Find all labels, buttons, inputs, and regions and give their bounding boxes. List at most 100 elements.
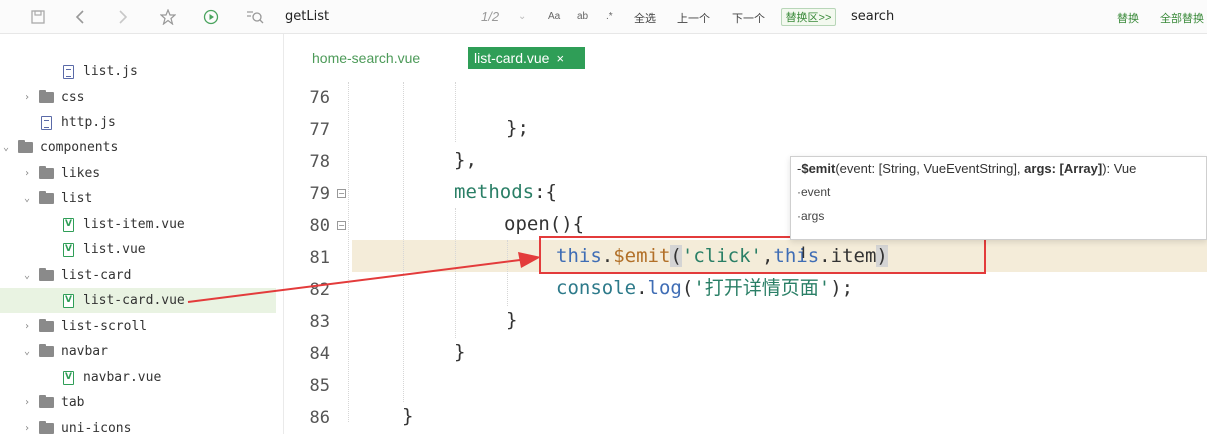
tree-item-navbar-vue[interactable]: navbar.vue bbox=[0, 365, 276, 390]
chevron-right-icon[interactable]: › bbox=[21, 397, 33, 408]
tab-label: home-search.vue bbox=[312, 50, 421, 66]
vue-file-icon bbox=[63, 370, 74, 385]
tab-list-card-vue[interactable]: list-card.vue × bbox=[468, 47, 585, 69]
signature-tooltip: -$emit(event: [String, VueEventString], … bbox=[790, 156, 1207, 240]
vue-file-icon bbox=[63, 293, 74, 308]
chevron-down-icon[interactable]: ⌄ bbox=[21, 193, 33, 204]
code-line-77: }; bbox=[506, 117, 529, 139]
tree-item-label: list-card bbox=[61, 268, 132, 283]
tree-item-tab[interactable]: › tab bbox=[0, 390, 276, 415]
vue-file-icon bbox=[63, 242, 74, 257]
tree-item-label: navbar bbox=[61, 344, 108, 359]
tree-item-css[interactable]: › css bbox=[0, 85, 276, 110]
star-icon[interactable] bbox=[159, 8, 177, 26]
fold-toggle-icon[interactable]: − bbox=[337, 221, 346, 230]
close-icon[interactable]: × bbox=[556, 51, 564, 66]
match-case-toggle[interactable]: Aa bbox=[548, 11, 560, 22]
regex-toggle[interactable]: .* bbox=[606, 11, 613, 22]
tooltip-param-event: ·event bbox=[797, 185, 831, 199]
line-number: 86 bbox=[309, 408, 330, 428]
line-number: 77 bbox=[309, 120, 330, 140]
tree-item-list[interactable]: ⌄ list bbox=[0, 186, 276, 211]
toolbar: getList 1/2 ⌄ Aa ab .* 全选 上一个 下一个 替换区>> … bbox=[0, 0, 1207, 34]
code-token: ); bbox=[830, 277, 854, 299]
tree-item-label: list-card.vue bbox=[83, 293, 185, 308]
tooltip-signature: -$emit(event: [String, VueEventString], … bbox=[797, 161, 1136, 176]
indent-guide bbox=[507, 240, 508, 306]
line-number: 82 bbox=[309, 280, 330, 300]
tree-item-navbar[interactable]: ⌄ navbar bbox=[0, 339, 276, 364]
folder-open-icon bbox=[39, 268, 54, 281]
code-line-84: } bbox=[454, 341, 466, 363]
tooltip-param-args: ·args bbox=[797, 209, 825, 223]
chevron-down-icon[interactable]: ⌄ bbox=[0, 142, 12, 153]
forward-arrow-icon[interactable] bbox=[114, 8, 132, 26]
tree-item-http-js[interactable]: http.js bbox=[0, 110, 276, 135]
next-match-button[interactable]: 下一个 bbox=[732, 10, 765, 26]
tree-item-label: components bbox=[40, 140, 119, 155]
line-number: 83 bbox=[309, 312, 330, 332]
chevron-right-icon[interactable]: › bbox=[21, 92, 33, 103]
tree-item-label: tab bbox=[61, 395, 85, 410]
code-line-78: }, bbox=[454, 149, 477, 171]
line-number: 79 bbox=[309, 184, 330, 204]
tree-item-list-vue[interactable]: list.vue bbox=[0, 237, 276, 262]
code-token: console bbox=[556, 277, 637, 299]
select-all-button[interactable]: 全选 bbox=[634, 10, 656, 26]
chevron-down-icon[interactable]: ⌄ bbox=[21, 270, 33, 281]
tooltip-args: args: [Array] bbox=[1024, 161, 1103, 176]
code-token: ( bbox=[681, 277, 694, 299]
tree-item-label: http.js bbox=[61, 115, 116, 130]
code-line-79: methods:{ bbox=[454, 176, 557, 208]
folder-icon bbox=[39, 166, 54, 179]
chevron-right-icon[interactable]: › bbox=[21, 321, 33, 332]
code-token: :{ bbox=[534, 181, 557, 203]
tree-item-label: list-scroll bbox=[61, 319, 148, 334]
fold-toggle-icon[interactable]: − bbox=[337, 189, 346, 198]
find-icon bbox=[246, 8, 264, 26]
tree-item-list-scroll[interactable]: › list-scroll bbox=[0, 314, 276, 339]
save-icon[interactable] bbox=[29, 8, 47, 26]
line-number: 84 bbox=[309, 344, 330, 364]
tree-item-list-js[interactable]: list.js bbox=[0, 59, 276, 84]
js-file-icon bbox=[63, 64, 74, 79]
folder-icon bbox=[39, 395, 54, 408]
tree-item-components[interactable]: ⌄ components bbox=[0, 135, 276, 160]
code-token: methods bbox=[454, 181, 535, 203]
replace-button[interactable]: 替换 bbox=[1117, 10, 1139, 26]
indent-guide bbox=[455, 208, 456, 338]
project-tree: list.js › css http.js ⌄ components › lik… bbox=[0, 34, 284, 434]
line-number: 76 bbox=[309, 88, 330, 108]
code-line-86: } bbox=[402, 405, 414, 427]
tree-item-list-item-vue[interactable]: list-item.vue bbox=[0, 212, 276, 237]
line-number: 80 bbox=[309, 216, 330, 236]
indent-guide bbox=[455, 82, 456, 142]
folder-open-icon bbox=[18, 140, 33, 153]
tree-item-list-card[interactable]: ⌄ list-card bbox=[0, 263, 276, 288]
back-arrow-icon[interactable] bbox=[71, 8, 89, 26]
tooltip-return: ): Vue bbox=[1102, 161, 1137, 176]
tree-item-label: css bbox=[61, 90, 85, 105]
prev-match-button[interactable]: 上一个 bbox=[677, 10, 710, 26]
code-token: log bbox=[647, 277, 682, 299]
replace-area-button[interactable]: 替换区>> bbox=[781, 8, 836, 26]
tree-item-list-card-vue[interactable]: list-card.vue bbox=[0, 288, 276, 313]
tab-home-search-vue[interactable]: home-search.vue bbox=[306, 47, 426, 69]
run-icon[interactable] bbox=[202, 8, 220, 26]
folder-open-icon bbox=[39, 191, 54, 204]
whole-word-toggle[interactable]: ab bbox=[577, 11, 588, 22]
replace-all-button[interactable]: 全部替换 bbox=[1160, 10, 1204, 26]
chevron-down-icon[interactable]: ⌄ bbox=[21, 346, 33, 357]
chevron-down-icon[interactable]: ⌄ bbox=[518, 11, 526, 22]
tree-item-likes[interactable]: › likes bbox=[0, 161, 276, 186]
tree-item-label: likes bbox=[61, 166, 101, 181]
tree-item-label: list-item.vue bbox=[83, 217, 185, 232]
tab-label: list-card.vue bbox=[474, 50, 550, 66]
tooltip-params: (event: [String, VueEventString], bbox=[835, 161, 1025, 176]
chevron-right-icon[interactable]: › bbox=[21, 168, 33, 179]
find-input[interactable]: getList bbox=[285, 9, 329, 24]
tree-item-uni-icons[interactable]: › uni-icons bbox=[0, 416, 276, 434]
line-number: 78 bbox=[309, 152, 330, 172]
replace-input[interactable]: search bbox=[851, 9, 894, 24]
chevron-right-icon[interactable]: › bbox=[21, 423, 33, 434]
